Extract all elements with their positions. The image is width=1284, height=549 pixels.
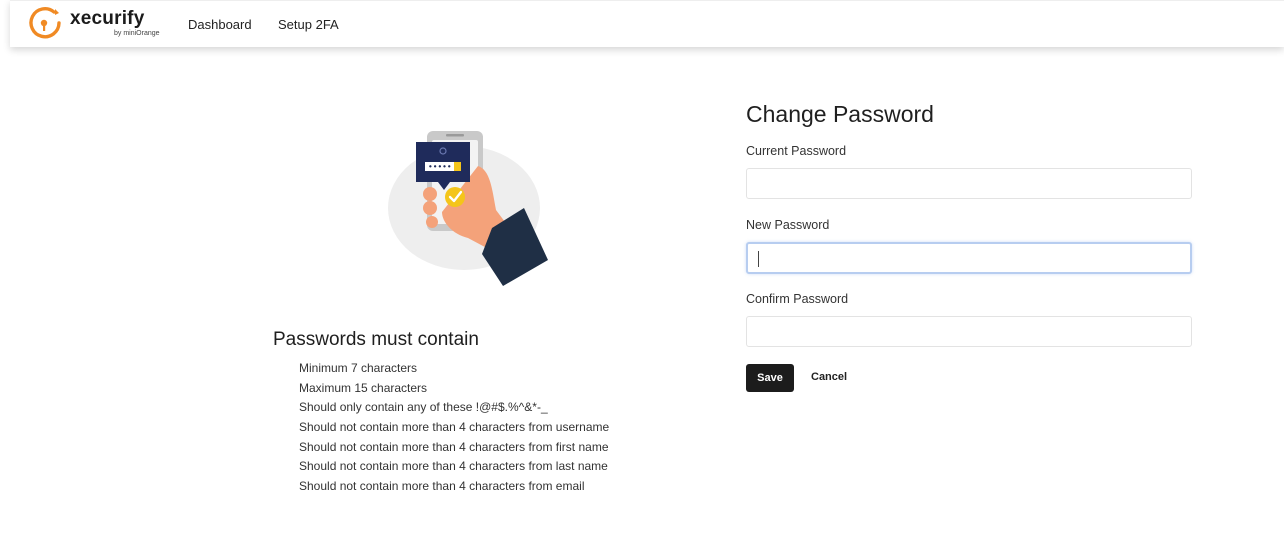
nav-dashboard[interactable]: Dashboard xyxy=(188,17,252,32)
masked-password-text: ••••• xyxy=(428,163,452,172)
current-password-input[interactable] xyxy=(746,168,1192,199)
rule-item: Should not contain more than 4 character… xyxy=(299,479,585,494)
confirm-password-label: Confirm Password xyxy=(746,292,849,306)
change-password-title: Change Password xyxy=(746,101,934,127)
new-password-label: New Password xyxy=(746,218,830,232)
logo-icon xyxy=(29,7,61,39)
nav-setup-2fa[interactable]: Setup 2FA xyxy=(278,17,339,32)
password-rules-list: Minimum 7 characters Maximum 15 characte… xyxy=(299,361,609,499)
rule-item: Should not contain more than 4 character… xyxy=(299,420,610,435)
rule-item: Minimum 7 characters xyxy=(299,361,418,375)
new-password-input[interactable] xyxy=(746,242,1192,274)
rule-item: Should not contain more than 4 character… xyxy=(299,459,608,474)
brand-subtitle: by miniOrange xyxy=(114,30,160,37)
rules-heading: Passwords must contain xyxy=(273,329,479,350)
rule-item: Should not contain more than 4 character… xyxy=(299,439,609,454)
brand-name: xecurify xyxy=(70,8,145,29)
text-cursor xyxy=(758,251,759,267)
save-button[interactable]: Save xyxy=(746,364,794,392)
rule-item: Maximum 15 characters xyxy=(299,380,428,395)
confirm-password-input[interactable] xyxy=(746,316,1192,347)
top-navbar: xecurify by miniOrange Dashboard Setup 2… xyxy=(10,0,1284,47)
rule-item: Should only contain any of these !@#$.%^… xyxy=(299,400,548,415)
current-password-label: Current Password xyxy=(746,144,847,158)
phone-password-illustration: ••••• xyxy=(388,131,548,286)
cancel-button[interactable]: Cancel xyxy=(811,371,847,383)
